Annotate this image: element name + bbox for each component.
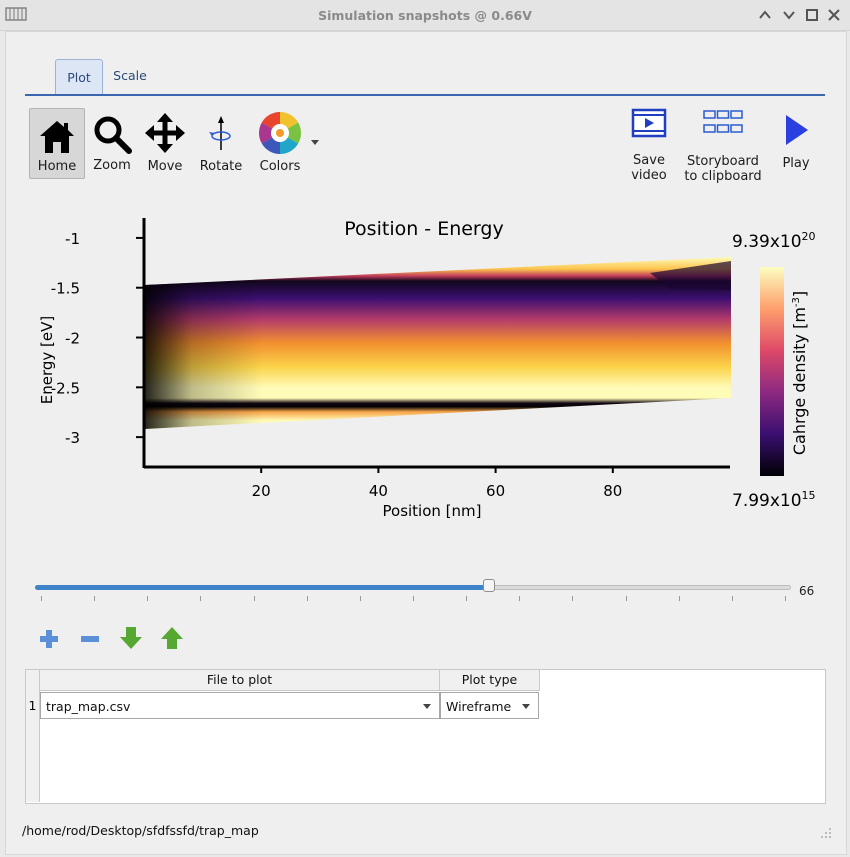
- y-tick-label: -3: [65, 429, 80, 447]
- add-row-icon[interactable]: [38, 628, 60, 650]
- save-video-label-1: Save: [633, 153, 665, 168]
- x-axis-label: Position [nm]: [383, 502, 482, 520]
- zoom-label: Zoom: [93, 158, 131, 173]
- slider-tick: [466, 596, 468, 601]
- tab-underline: [25, 94, 825, 96]
- slider-fill: [35, 585, 489, 590]
- home-label: Home: [37, 159, 77, 174]
- plot-title: Position - Energy: [344, 218, 503, 240]
- heatmap-plot[interactable]: -1-1.5-2-2.5-3 20 40 60 80 Position - Energ…: [30, 205, 830, 535]
- table-corner: [26, 670, 40, 691]
- remove-row-icon[interactable]: [79, 628, 101, 650]
- heatmap-left-shade: [145, 257, 731, 429]
- column-header-file[interactable]: File to plot: [40, 670, 440, 691]
- move-icon: [145, 113, 185, 153]
- title-bar: Simulation snapshots @ 0.66V: [0, 0, 850, 31]
- x-tick-label: 80: [603, 482, 622, 500]
- colorbar-label: Cahrge density [m-3]: [790, 291, 809, 455]
- column-header-plot-type[interactable]: Plot type: [440, 670, 540, 691]
- slider-tick: [625, 596, 627, 601]
- slider-tick: [41, 596, 42, 601]
- slider-tick: [572, 596, 574, 601]
- zoom-icon: [94, 116, 132, 154]
- y-ticks: -1-1.5-2-2.5-3: [51, 230, 144, 447]
- storyboard-button[interactable]: Storyboard to clipboard: [684, 106, 762, 186]
- move-label: Move: [147, 159, 183, 174]
- slider-tick: [200, 596, 202, 601]
- storyboard-label-1: Storyboard: [687, 154, 759, 169]
- slider-tick: [731, 596, 733, 601]
- home-icon: [40, 121, 74, 153]
- color-wheel-icon: [258, 111, 302, 154]
- frame-slider[interactable]: [35, 579, 791, 592]
- colorbar-max: 9.39x1020: [732, 230, 816, 252]
- file-select[interactable]: trap_map.csv: [40, 692, 440, 719]
- window-title: Simulation snapshots @ 0.66V: [318, 8, 532, 23]
- x-tick-label: 20: [252, 482, 271, 500]
- file-select-value: trap_map.csv: [46, 699, 131, 714]
- slider-tick: [413, 596, 414, 601]
- slider-ticks: [41, 596, 786, 602]
- zoom-button[interactable]: Zoom: [88, 108, 136, 177]
- maximize-icon[interactable]: [804, 7, 820, 23]
- move-down-icon[interactable]: [118, 625, 144, 651]
- play-label: Play: [782, 156, 810, 171]
- slider-tick: [359, 596, 361, 601]
- rotate-button[interactable]: Rotate: [196, 108, 246, 177]
- plot-type-value: Wireframe: [446, 699, 512, 714]
- plot-type-select[interactable]: Wireframe: [440, 692, 539, 719]
- move-button[interactable]: Move: [141, 108, 189, 177]
- colorbar-min: 7.99x1015: [732, 489, 816, 511]
- x-tick-label: 60: [486, 482, 505, 500]
- slider-tick: [785, 596, 786, 601]
- play-icon: [786, 115, 808, 145]
- save-video-label-2: video: [631, 168, 667, 183]
- slider-tick: [94, 596, 96, 601]
- files-table: File to plot Plot type 1 trap_map.csv Wi…: [25, 669, 826, 804]
- colors-label: Colors: [259, 159, 301, 174]
- x-ticks: 20 40 60 80: [252, 467, 622, 500]
- slider-tick: [306, 596, 308, 601]
- slider-value: 66: [799, 584, 815, 598]
- video-icon: [631, 108, 667, 138]
- move-up-icon[interactable]: [159, 625, 185, 651]
- colorbar: [760, 267, 784, 476]
- chevron-down-icon: [423, 704, 431, 709]
- slider-handle[interactable]: [482, 579, 495, 592]
- storyboard-icon: [703, 110, 743, 133]
- colors-button[interactable]: Colors: [254, 108, 320, 177]
- slider-tick: [147, 596, 149, 601]
- save-video-button[interactable]: Save video: [624, 106, 674, 186]
- y-tick-label: -1.5: [51, 280, 80, 298]
- play-button[interactable]: Play: [776, 108, 816, 177]
- chevron-down-icon: [522, 704, 530, 709]
- slider-tick: [678, 596, 680, 601]
- resize-grip-icon[interactable]: [820, 827, 832, 839]
- status-path: /home/rod/Desktop/sfdfssfd/trap_map: [22, 823, 259, 838]
- chevron-up-icon[interactable]: [757, 7, 773, 23]
- y-tick-label: -1: [65, 230, 80, 248]
- y-axis-label: Energy [eV]: [38, 316, 56, 404]
- x-tick-label: 40: [369, 482, 388, 500]
- row-number: 1: [28, 698, 37, 713]
- rotate-icon: [209, 116, 231, 150]
- y-tick-label: -2: [65, 330, 80, 348]
- storyboard-label-2: to clipboard: [684, 169, 762, 184]
- tab-plot[interactable]: Plot: [55, 59, 103, 95]
- slider-tick: [519, 596, 521, 601]
- dropdown-arrow-icon[interactable]: [311, 140, 319, 146]
- tab-scale[interactable]: Scale: [104, 58, 156, 93]
- rotate-label: Rotate: [199, 159, 243, 174]
- slider-tick: [253, 596, 255, 601]
- close-icon[interactable]: [826, 7, 842, 23]
- minimize-icon[interactable]: [781, 7, 797, 23]
- home-button[interactable]: Home: [29, 108, 85, 179]
